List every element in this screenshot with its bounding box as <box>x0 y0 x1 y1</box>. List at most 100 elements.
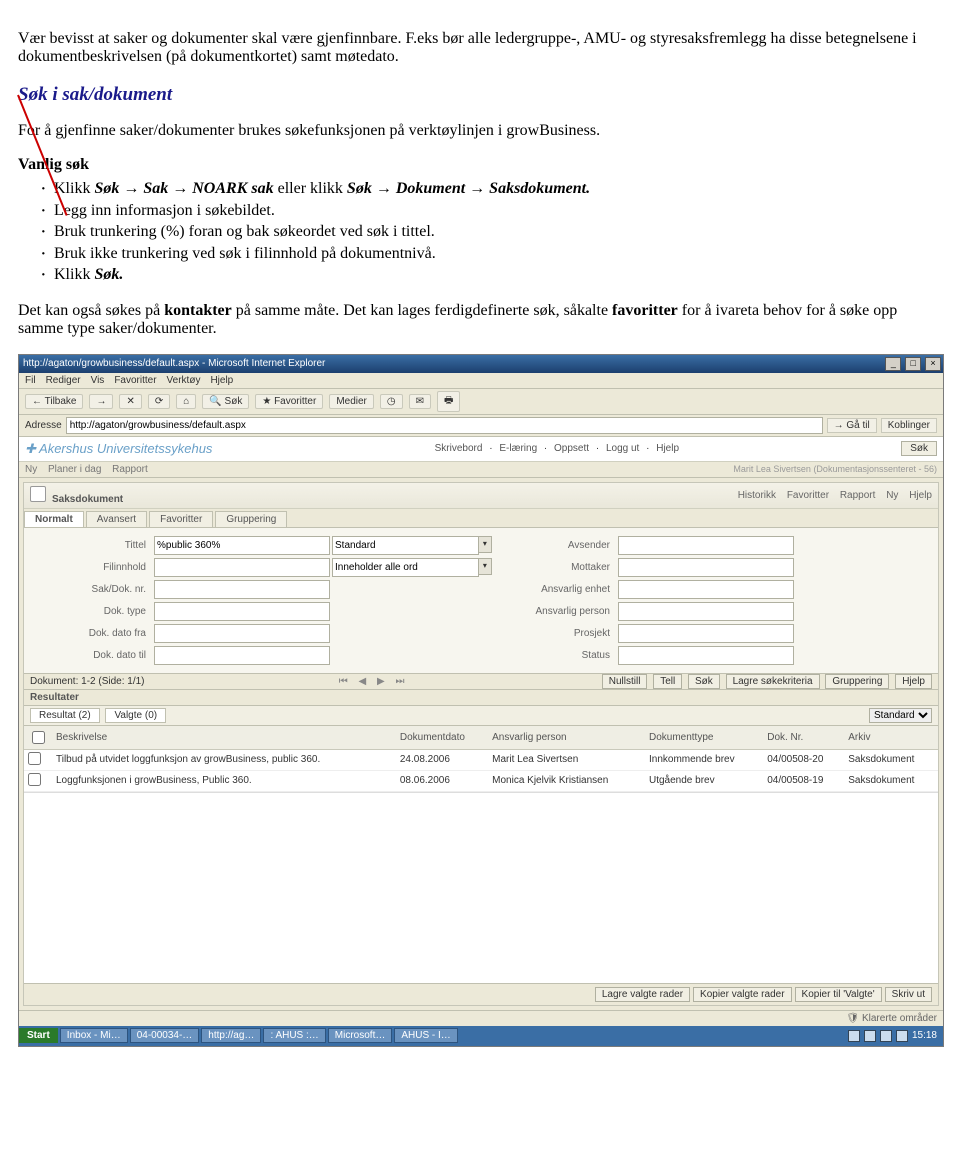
col-ansvarlig-person[interactable]: Ansvarlig person <box>488 726 645 750</box>
input-tittel[interactable] <box>154 536 330 555</box>
row-checkbox[interactable] <box>28 752 41 765</box>
tray-icon[interactable] <box>896 1030 908 1042</box>
panel-link-favoritter[interactable]: Favoritter <box>787 490 829 501</box>
btn-kopier-til-valgte[interactable]: Kopier til 'Valgte' <box>795 987 882 1002</box>
btn-skriv-ut[interactable]: Skriv ut <box>885 987 932 1002</box>
window-controls[interactable]: _ □ × <box>884 357 941 371</box>
col-arkiv[interactable]: Arkiv <box>844 726 938 750</box>
select-tittel-mode[interactable] <box>332 536 479 555</box>
nav-skrivebord[interactable]: Skrivebord <box>435 443 483 454</box>
tab-gruppering[interactable]: Gruppering <box>215 511 287 527</box>
input-ansvenhet[interactable] <box>618 580 794 599</box>
input-doktype[interactable] <box>154 602 330 621</box>
back-button[interactable]: ← Tilbake <box>25 394 83 409</box>
home-button[interactable]: ⌂ <box>176 394 196 409</box>
history-button[interactable]: ◷ <box>380 394 403 409</box>
print-button[interactable]: 🖶 <box>437 391 460 412</box>
col-doknr[interactable]: Dok. Nr. <box>763 726 844 750</box>
btn-tell[interactable]: Tell <box>653 674 682 689</box>
taskbar-item[interactable]: 04-00034-… <box>130 1028 200 1043</box>
pager-last-icon[interactable]: ⏭ <box>392 676 409 687</box>
btn-lagre-valgte[interactable]: Lagre valgte rader <box>595 987 690 1002</box>
results-tab-valgte[interactable]: Valgte (0) <box>105 708 166 723</box>
btn-sok[interactable]: Søk <box>688 674 720 689</box>
input-avsender[interactable] <box>618 536 794 555</box>
col-dokumentdato[interactable]: Dokumentdato <box>396 726 488 750</box>
panel-link-rapport[interactable]: Rapport <box>840 490 876 501</box>
tab-favoritter[interactable]: Favoritter <box>149 511 213 527</box>
input-mottaker[interactable] <box>618 558 794 577</box>
col-check[interactable] <box>24 726 52 750</box>
nav-loggut[interactable]: Logg ut <box>606 443 639 454</box>
tray-icon[interactable] <box>864 1030 876 1042</box>
taskbar-item[interactable]: AHUS - I… <box>394 1028 457 1043</box>
btn-lagre-sokekriteria[interactable]: Lagre søkekriteria <box>726 674 820 689</box>
panel-link-ny[interactable]: Ny <box>886 490 898 501</box>
system-tray[interactable]: 15:18 <box>848 1030 943 1042</box>
menu-fil[interactable]: Fil <box>25 375 36 386</box>
menu-verktoy[interactable]: Verktøy <box>167 375 201 386</box>
btn-kopier-valgte[interactable]: Kopier valgte rader <box>693 987 792 1002</box>
col-dokumenttype[interactable]: Dokumenttype <box>645 726 763 750</box>
maximize-icon[interactable]: □ <box>905 357 921 371</box>
panel-link-historikk[interactable]: Historikk <box>738 490 776 501</box>
go-button[interactable]: → Gå til <box>827 418 877 433</box>
pager-next-icon[interactable]: ▶ <box>373 676 389 687</box>
subbar-planer[interactable]: Planer i dag <box>48 464 101 475</box>
chevron-down-icon[interactable]: ▾ <box>479 558 492 575</box>
stop-button[interactable]: ✕ <box>119 394 141 409</box>
media-button[interactable]: Medier <box>329 394 374 409</box>
favorites-button[interactable]: ★ Favoritter <box>255 394 323 409</box>
tab-normalt[interactable]: Normalt <box>24 511 84 527</box>
panel-link-hjelp[interactable]: Hjelp <box>909 490 932 501</box>
results-tab-resultat[interactable]: Resultat (2) <box>30 708 100 723</box>
btn-gruppering[interactable]: Gruppering <box>825 674 889 689</box>
mail-button[interactable]: ✉ <box>409 394 431 409</box>
menu-favoritter[interactable]: Favoritter <box>114 375 156 386</box>
table-row[interactable]: Loggfunksjonen i growBusiness, Public 36… <box>24 770 938 791</box>
input-datotil[interactable] <box>154 646 330 665</box>
taskbar-item[interactable]: http://ag… <box>201 1028 261 1043</box>
select-filinnhold-mode[interactable] <box>332 558 479 577</box>
chevron-down-icon[interactable]: ▾ <box>479 536 492 553</box>
start-button[interactable]: Start <box>19 1028 58 1043</box>
table-row[interactable]: Tilbud på utvidet loggfunksjon av growBu… <box>24 749 938 770</box>
taskbar-item[interactable]: Inbox - Mi… <box>60 1028 128 1043</box>
minimize-icon[interactable]: _ <box>885 357 901 371</box>
input-ansvperson[interactable] <box>618 602 794 621</box>
ie-menubar[interactable]: Fil Rediger Vis Favoritter Verktøy Hjelp <box>19 373 943 389</box>
menu-hjelp[interactable]: Hjelp <box>210 375 233 386</box>
app-search-button[interactable]: Søk <box>901 441 937 456</box>
tab-avansert[interactable]: Avansert <box>86 511 147 527</box>
tray-icon[interactable] <box>880 1030 892 1042</box>
row-checkbox[interactable] <box>28 773 41 786</box>
refresh-button[interactable]: ⟳ <box>148 394 170 409</box>
taskbar-item[interactable]: : AHUS :… <box>263 1028 325 1043</box>
address-input[interactable] <box>66 417 823 434</box>
search-button[interactable]: 🔍 Søk <box>202 394 249 409</box>
close-icon[interactable]: × <box>925 357 941 371</box>
input-datofra[interactable] <box>154 624 330 643</box>
nav-oppsett[interactable]: Oppsett <box>554 443 589 454</box>
nav-hjelp[interactable]: Hjelp <box>656 443 679 454</box>
subbar-ny[interactable]: Ny <box>25 464 37 475</box>
select-all-checkbox[interactable] <box>32 731 45 744</box>
taskbar-item[interactable]: Microsoft… <box>328 1028 393 1043</box>
input-status[interactable] <box>618 646 794 665</box>
pager-controls[interactable]: ⏮ ◀ ▶ ⏭ <box>335 676 409 687</box>
tray-icon[interactable] <box>848 1030 860 1042</box>
col-beskrivelse[interactable]: Beskrivelse <box>52 726 396 750</box>
input-prosjekt[interactable] <box>618 624 794 643</box>
koblinger-button[interactable]: Koblinger <box>881 418 937 433</box>
subbar-rapport[interactable]: Rapport <box>112 464 148 475</box>
input-sakdok[interactable] <box>154 580 330 599</box>
menu-vis[interactable]: Vis <box>91 375 105 386</box>
btn-nullstill[interactable]: Nullstill <box>602 674 648 689</box>
btn-hjelp[interactable]: Hjelp <box>895 674 932 689</box>
input-filinnhold[interactable] <box>154 558 330 577</box>
results-view-select[interactable]: Standard <box>869 708 932 723</box>
menu-rediger[interactable]: Rediger <box>46 375 81 386</box>
pager-first-icon[interactable]: ⏮ <box>335 676 352 687</box>
pager-prev-icon[interactable]: ◀ <box>355 676 371 687</box>
forward-button[interactable]: → <box>89 394 113 409</box>
